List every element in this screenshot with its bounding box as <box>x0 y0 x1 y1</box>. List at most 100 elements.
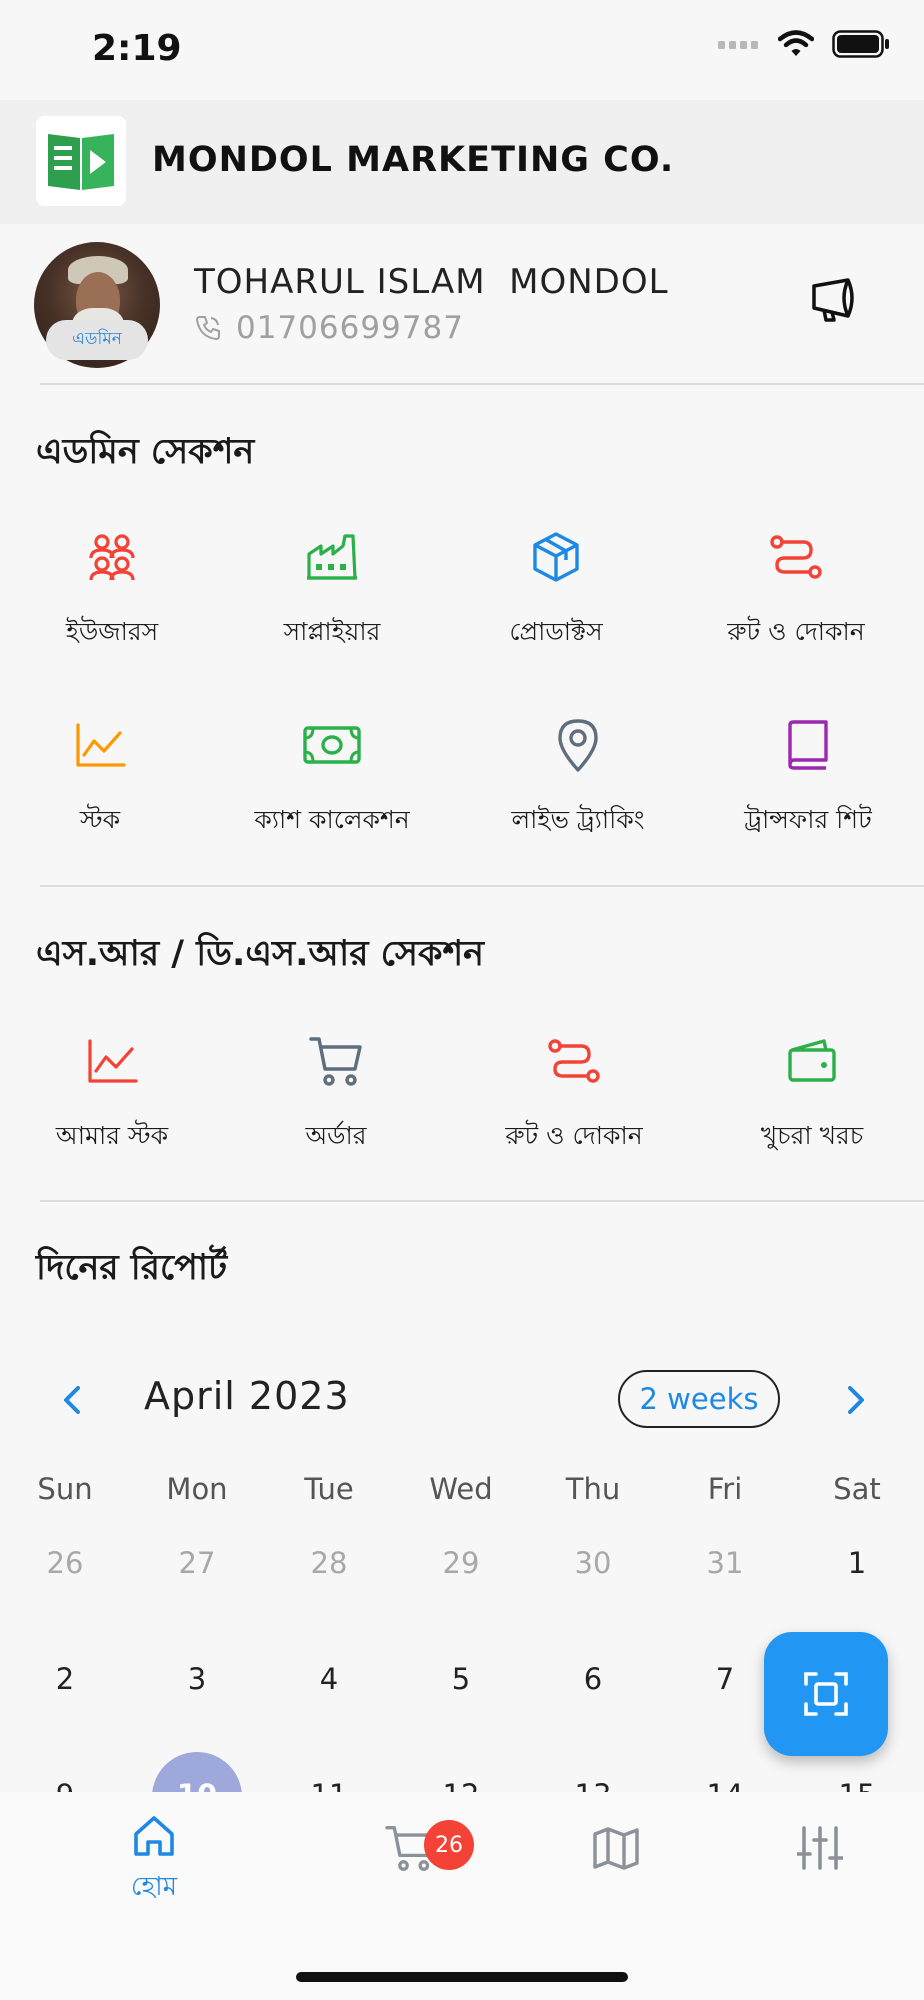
calendar-day[interactable]: 31 <box>675 1546 775 1580</box>
calendar-day[interactable]: 30 <box>543 1546 643 1580</box>
sliders-icon <box>797 1826 843 1870</box>
chart-line-icon <box>76 723 126 767</box>
calendar-day[interactable]: 1 <box>807 1546 907 1580</box>
megaphone-icon[interactable] <box>808 276 860 324</box>
sr-section-title: এস.আর / ডি.এস.আর সেকশন <box>36 934 485 974</box>
app-logo <box>36 116 126 206</box>
admin-section-title: এডমিন সেকশন <box>36 432 255 472</box>
calendar-day[interactable]: 12 <box>411 1778 511 1792</box>
nav-home[interactable]: হোম <box>74 1812 234 1910</box>
calendar-day-selected[interactable]: 10 <box>147 1778 247 1792</box>
calendar-day[interactable]: 26 <box>15 1546 115 1580</box>
cart-icon <box>309 1037 362 1086</box>
weekday-label: Fri <box>707 1472 743 1506</box>
tile-label: রুট ও দোকান <box>505 1121 643 1150</box>
tile-label: রুট ও দোকান <box>727 617 865 646</box>
chevron-right-icon[interactable] <box>836 1380 876 1420</box>
weekday-label: Tue <box>304 1472 354 1506</box>
tile-transfer-sheet[interactable]: ট্রান্সফার শিট <box>698 712 918 862</box>
nav-cart[interactable]: 26 <box>330 1820 490 1872</box>
profile-card[interactable]: এডমিন TOHARUL ISLAM MONDOL 01706699787 <box>0 224 924 384</box>
tile-label: প্রোডাক্টস <box>509 617 603 646</box>
tile-live-tracking[interactable]: লাইভ ট্র্যাকিং <box>468 712 688 862</box>
nav-home-label: হোম <box>130 1872 178 1902</box>
wifi-icon <box>778 30 814 56</box>
tile-label: সাপ্লাইয়ার <box>283 617 381 646</box>
weekday-label: Sat <box>833 1472 881 1506</box>
divider <box>40 1200 924 1202</box>
users-icon <box>89 534 135 581</box>
calendar-header: April 2023 2 weeks <box>0 1360 924 1440</box>
home-indicator <box>296 1972 628 1982</box>
home-icon <box>134 1816 174 1856</box>
calendar-day[interactable]: 3 <box>147 1662 247 1696</box>
tile-products[interactable]: প্রোডাক্টস <box>446 524 666 674</box>
cart-badge: 26 <box>424 1820 474 1870</box>
phone-icon <box>196 316 220 340</box>
tile-label: লাইভ ট্র্যাকিং <box>511 805 645 834</box>
calendar-day[interactable]: 2 <box>15 1662 115 1696</box>
calendar-day[interactable]: 13 <box>543 1778 643 1792</box>
tile-label: অর্ডার <box>305 1121 367 1150</box>
calendar-day[interactable]: 7 <box>675 1662 775 1696</box>
wallet-icon <box>788 1039 836 1082</box>
book-play-icon <box>48 134 114 190</box>
location-pin-icon <box>558 719 598 772</box>
app-title: MONDOL MARKETING CO. <box>152 140 675 180</box>
box-icon <box>533 532 579 582</box>
chevron-left-icon[interactable] <box>52 1380 92 1420</box>
weekday-label: Wed <box>429 1472 493 1506</box>
route-icon <box>770 535 822 579</box>
tile-label: ট্রান্সফার শিট <box>744 805 872 834</box>
tile-label: স্টক <box>79 805 121 834</box>
tile-label: খুচরা খরচ <box>760 1121 864 1150</box>
chart-line-icon <box>88 1039 138 1083</box>
calendar-day[interactable]: 11 <box>279 1778 379 1792</box>
tile-route-shop[interactable]: রুট ও দোকান <box>686 524 906 674</box>
nav-settings[interactable] <box>740 1824 900 1872</box>
calendar-day[interactable]: 28 <box>279 1546 379 1580</box>
calendar-format-button[interactable]: 2 weeks <box>618 1370 780 1428</box>
tile-label: ক্যাশ কালেকশন <box>254 805 410 834</box>
calendar-day[interactable]: 29 <box>411 1546 511 1580</box>
tile-stock[interactable]: স্টক <box>0 712 210 862</box>
profile-phone-row: 01706699787 <box>194 310 464 346</box>
tile-order[interactable]: অর্ডার <box>226 1028 446 1178</box>
profile-phone: 01706699787 <box>236 310 464 346</box>
calendar-day[interactable]: 6 <box>543 1662 643 1696</box>
tile-my-stock[interactable]: আমার স্টক <box>2 1028 222 1178</box>
weekday-label: Thu <box>565 1472 621 1506</box>
app-bar: MONDOL MARKETING CO. <box>0 100 924 224</box>
tile-cash-collection[interactable]: ক্যাশ কালেকশন <box>222 712 442 862</box>
calendar-day[interactable]: 14 <box>675 1778 775 1792</box>
book-icon <box>788 720 828 770</box>
calendar-day[interactable]: 15 <box>807 1778 907 1792</box>
weekday-label: Mon <box>166 1472 228 1506</box>
tile-route-shop-sr[interactable]: রুট ও দোকান <box>464 1028 684 1178</box>
calendar-month: April 2023 <box>144 1374 350 1418</box>
cash-icon <box>303 726 361 764</box>
calendar-day[interactable]: 4 <box>279 1662 379 1696</box>
scan-icon <box>804 1672 848 1716</box>
status-icons <box>718 30 890 58</box>
divider <box>40 885 924 887</box>
bottom-nav: হোম 26 <box>0 1792 924 2000</box>
calendar-day[interactable]: 5 <box>411 1662 511 1696</box>
report-title: দিনের রিপোর্ট <box>36 1248 228 1288</box>
nav-map[interactable] <box>536 1826 696 1870</box>
weekday-label: Sun <box>37 1472 93 1506</box>
calendar-day[interactable]: 27 <box>147 1546 247 1580</box>
profile-name: TOHARUL ISLAM MONDOL <box>194 262 669 302</box>
calendar-day[interactable]: 9 <box>15 1778 115 1792</box>
signal-icon <box>718 41 758 49</box>
factory-icon <box>307 534 357 580</box>
map-icon <box>593 1827 639 1870</box>
divider <box>40 383 924 385</box>
battery-icon <box>832 30 889 58</box>
role-badge: এডমিন <box>46 320 148 360</box>
scan-fab-button[interactable] <box>764 1632 888 1756</box>
tile-users[interactable]: ইউজারস <box>2 524 222 674</box>
tile-petty-expense[interactable]: খুচরা খরচ <box>702 1028 922 1178</box>
status-bar: 2:19 <box>0 0 924 100</box>
tile-suppliers[interactable]: সাপ্লাইয়ার <box>222 524 442 674</box>
